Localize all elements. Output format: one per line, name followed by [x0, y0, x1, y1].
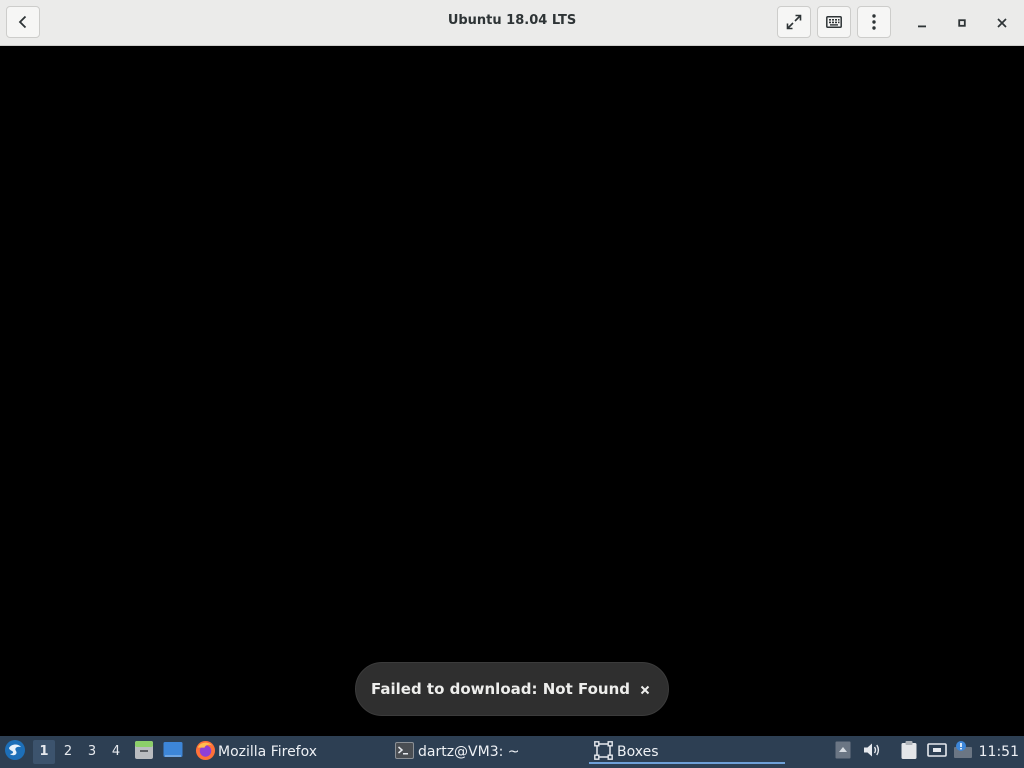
minimize-icon: [917, 13, 927, 32]
task-label: dartz@VM3: ~: [418, 744, 520, 760]
menu-icon: [872, 14, 876, 30]
workspace-1[interactable]: 1: [33, 740, 55, 764]
clipboard-icon: [900, 740, 918, 764]
keyboard-icon: [826, 16, 842, 28]
file-manager-launcher[interactable]: [134, 736, 154, 768]
maximize-icon: [957, 13, 967, 32]
clock[interactable]: 11:51: [979, 736, 1019, 768]
header-bar: Ubuntu 18.04 LTS: [0, 0, 1024, 46]
back-icon: [16, 15, 30, 29]
window-title: Ubuntu 18.04 LTS: [447, 13, 577, 28]
volume-icon: [863, 742, 881, 762]
fullscreen-icon: [786, 14, 802, 30]
task-firefox[interactable]: Mozilla Firefox: [195, 736, 317, 768]
boxes-icon: [594, 740, 613, 764]
toast-close-button[interactable]: [636, 680, 654, 698]
task-label: Boxes: [617, 744, 659, 760]
menu-button[interactable]: [857, 6, 891, 38]
workspace-4[interactable]: 4: [105, 740, 127, 764]
close-icon: [997, 13, 1007, 32]
vm-display[interactable]: [0, 46, 1024, 736]
volume-button[interactable]: [863, 736, 881, 768]
update-notification-icon: [953, 740, 973, 764]
workspace-2[interactable]: 2: [57, 740, 79, 764]
chevron-up-icon: [835, 741, 851, 763]
network-icon: [927, 741, 947, 763]
fullscreen-button[interactable]: [777, 6, 811, 38]
keyboard-button[interactable]: [817, 6, 851, 38]
minimize-button[interactable]: [911, 11, 933, 33]
terminal-icon: [395, 741, 414, 763]
distro-logo-icon: [4, 739, 26, 765]
back-button[interactable]: [6, 6, 40, 38]
taskbar: 1 2 3 4 Mozilla Firefox dartz@VM3: ~ Box…: [0, 736, 1024, 768]
task-label: Mozilla Firefox: [218, 744, 318, 760]
firefox-icon: [195, 740, 216, 765]
show-desktop-launcher[interactable]: [163, 736, 183, 768]
close-icon: [640, 680, 650, 699]
close-button[interactable]: [991, 11, 1013, 33]
maximize-button[interactable]: [951, 11, 973, 33]
network-button[interactable]: [927, 736, 947, 768]
error-toast: Failed to download: Not Found: [355, 662, 669, 716]
active-task-indicator: [589, 762, 785, 764]
clipboard-button[interactable]: [900, 736, 918, 768]
updates-button[interactable]: [953, 736, 973, 768]
tray-expand-button[interactable]: [835, 736, 851, 768]
task-terminal[interactable]: dartz@VM3: ~: [395, 736, 520, 768]
file-manager-icon: [134, 740, 154, 764]
start-menu-button[interactable]: [4, 736, 26, 768]
desktop-icon: [163, 741, 183, 763]
toast-message: Failed to download: Not Found: [371, 680, 630, 698]
workspace-3[interactable]: 3: [81, 740, 103, 764]
